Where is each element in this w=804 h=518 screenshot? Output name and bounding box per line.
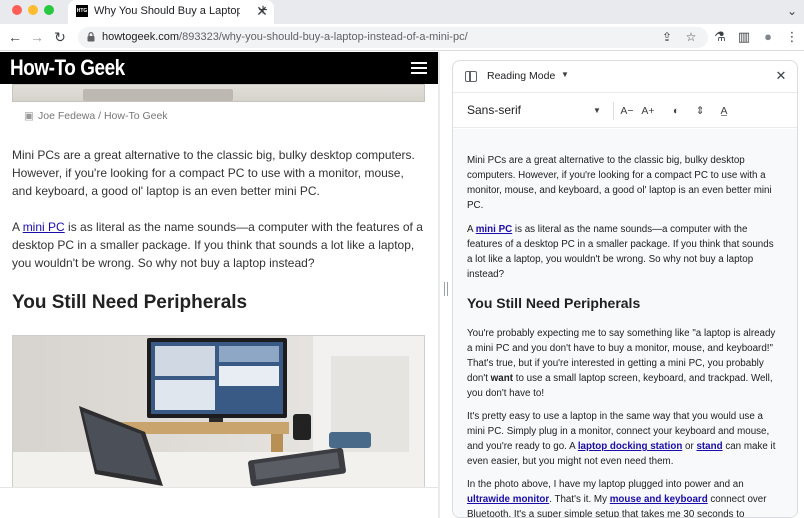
address-bar[interactable]: howtogeek.com/893323/why-you-should-buy-… xyxy=(78,27,708,48)
rm-mini-pc-link[interactable]: mini PC xyxy=(476,224,512,235)
site-header: How-To Geek xyxy=(0,52,438,84)
panel-splitter[interactable] xyxy=(438,52,440,518)
lock-icon xyxy=(87,32,95,42)
tab-search-chevron-icon[interactable]: ⌄ xyxy=(784,2,800,20)
resize-handle-icon[interactable] xyxy=(444,282,448,296)
close-panel-icon[interactable]: ✕ xyxy=(773,67,789,85)
image-caption: ▣ Joe Fedewa / How-To Geek xyxy=(24,110,168,122)
rm-paragraph-3: You're probably expecting me to say some… xyxy=(467,328,776,399)
article-paragraph-2: A mini PC is as literal as the name soun… xyxy=(12,220,423,270)
rm-paragraph-5: In the photo above, I have my laptop plu… xyxy=(467,479,767,518)
forward-arrow-icon[interactable]: → xyxy=(28,27,46,47)
tab-active[interactable]: HTG Why You Should Buy a Laptop ✕ xyxy=(68,0,274,24)
url-path: /893323/why-you-should-buy-a-laptop-inst… xyxy=(179,31,468,43)
reading-mode-title[interactable]: Reading Mode xyxy=(487,70,555,82)
mini-pc-link[interactable]: mini PC xyxy=(23,220,65,234)
url-text: howtogeek.com/893323/why-you-should-buy-… xyxy=(102,31,468,43)
color-theme-palette-icon[interactable]: ◐ xyxy=(667,101,685,121)
hero-image xyxy=(12,84,425,102)
desk-setup-photo xyxy=(12,335,425,495)
htg-favicon-icon: HTG xyxy=(76,5,88,17)
letter-spacing-icon[interactable]: A̲ xyxy=(715,101,733,121)
font-family-value: Sans-serif xyxy=(467,103,522,117)
font-dropdown-caret-icon: ▼ xyxy=(593,106,601,115)
reading-mode-icon xyxy=(465,71,477,82)
side-panel-icon[interactable]: ▥ xyxy=(734,27,754,47)
url-host: howtogeek.com xyxy=(102,31,180,43)
labs-flask-icon[interactable]: ⚗ xyxy=(710,27,730,47)
new-tab-button[interactable]: + xyxy=(254,1,272,21)
share-icon[interactable]: ⇪ xyxy=(658,28,676,47)
reading-mode-toolbar: Sans-serif ▼ A− A+ ◐ ⇕ A̲ xyxy=(453,94,797,128)
minimize-window-button[interactable] xyxy=(28,5,38,15)
section-heading: You Still Need Peripherals xyxy=(12,292,248,313)
reading-mode-panel: Reading Mode ▼ ✕ Sans-serif ▼ A− A+ ◐ ⇕ … xyxy=(452,60,798,518)
article-paragraph-1: Mini PCs are a great alternative to the … xyxy=(12,148,415,198)
rm-paragraph-1: Mini PCs are a great alternative to the … xyxy=(467,155,772,211)
rm-docking-station-link[interactable]: laptop docking station xyxy=(578,441,683,452)
tab-title: Why You Should Buy a Laptop xyxy=(94,5,240,17)
font-family-select[interactable]: Sans-serif ▼ xyxy=(459,100,607,122)
page-bottom-bar xyxy=(0,487,438,518)
rm-paragraph-4: It's pretty easy to use a laptop in the … xyxy=(467,411,776,467)
back-arrow-icon[interactable]: ← xyxy=(6,27,24,47)
rm-ultrawide-monitor-link[interactable]: ultrawide monitor xyxy=(467,494,549,505)
rm-emphasis-want: want xyxy=(490,373,513,384)
tab-strip: HTG Why You Should Buy a Laptop ✕ + ⌄ xyxy=(0,0,804,24)
increase-font-size-button[interactable]: A+ xyxy=(639,101,657,121)
maximize-window-button[interactable] xyxy=(44,5,54,15)
hamburger-menu-icon[interactable] xyxy=(411,62,427,74)
site-logo[interactable]: How-To Geek xyxy=(10,55,125,81)
panel-dropdown-caret-icon[interactable]: ▼ xyxy=(559,68,571,82)
rm-paragraph-2: A mini PC is as literal as the name soun… xyxy=(467,224,774,280)
web-page: How-To Geek ▣ Joe Fedewa / How-To Geek Mi… xyxy=(0,52,438,518)
rm-mouse-keyboard-link[interactable]: mouse and keyboard xyxy=(610,494,708,505)
reading-mode-header: Reading Mode ▼ ✕ xyxy=(453,61,797,93)
reading-mode-content: Mini PCs are a great alternative to the … xyxy=(453,129,797,518)
reload-icon[interactable]: ↻ xyxy=(51,27,69,47)
rm-section-heading: You Still Need Peripherals xyxy=(467,295,641,311)
toolbar-divider xyxy=(613,102,614,120)
browser-toolbar: ← → ↻ howtogeek.com/893323/why-you-shoul… xyxy=(0,24,804,51)
decrease-font-size-button[interactable]: A− xyxy=(618,101,636,121)
caption-text: Joe Fedewa / How-To Geek xyxy=(38,110,168,122)
rm-stand-link[interactable]: stand xyxy=(696,441,722,452)
line-spacing-icon[interactable]: ⇕ xyxy=(691,101,709,121)
bookmark-star-icon[interactable]: ☆ xyxy=(682,28,700,47)
profile-avatar-icon[interactable]: ● xyxy=(758,27,778,47)
browser-menu-icon[interactable]: ⋮ xyxy=(782,27,802,47)
camera-icon: ▣ xyxy=(24,110,34,122)
close-window-button[interactable] xyxy=(12,5,22,15)
